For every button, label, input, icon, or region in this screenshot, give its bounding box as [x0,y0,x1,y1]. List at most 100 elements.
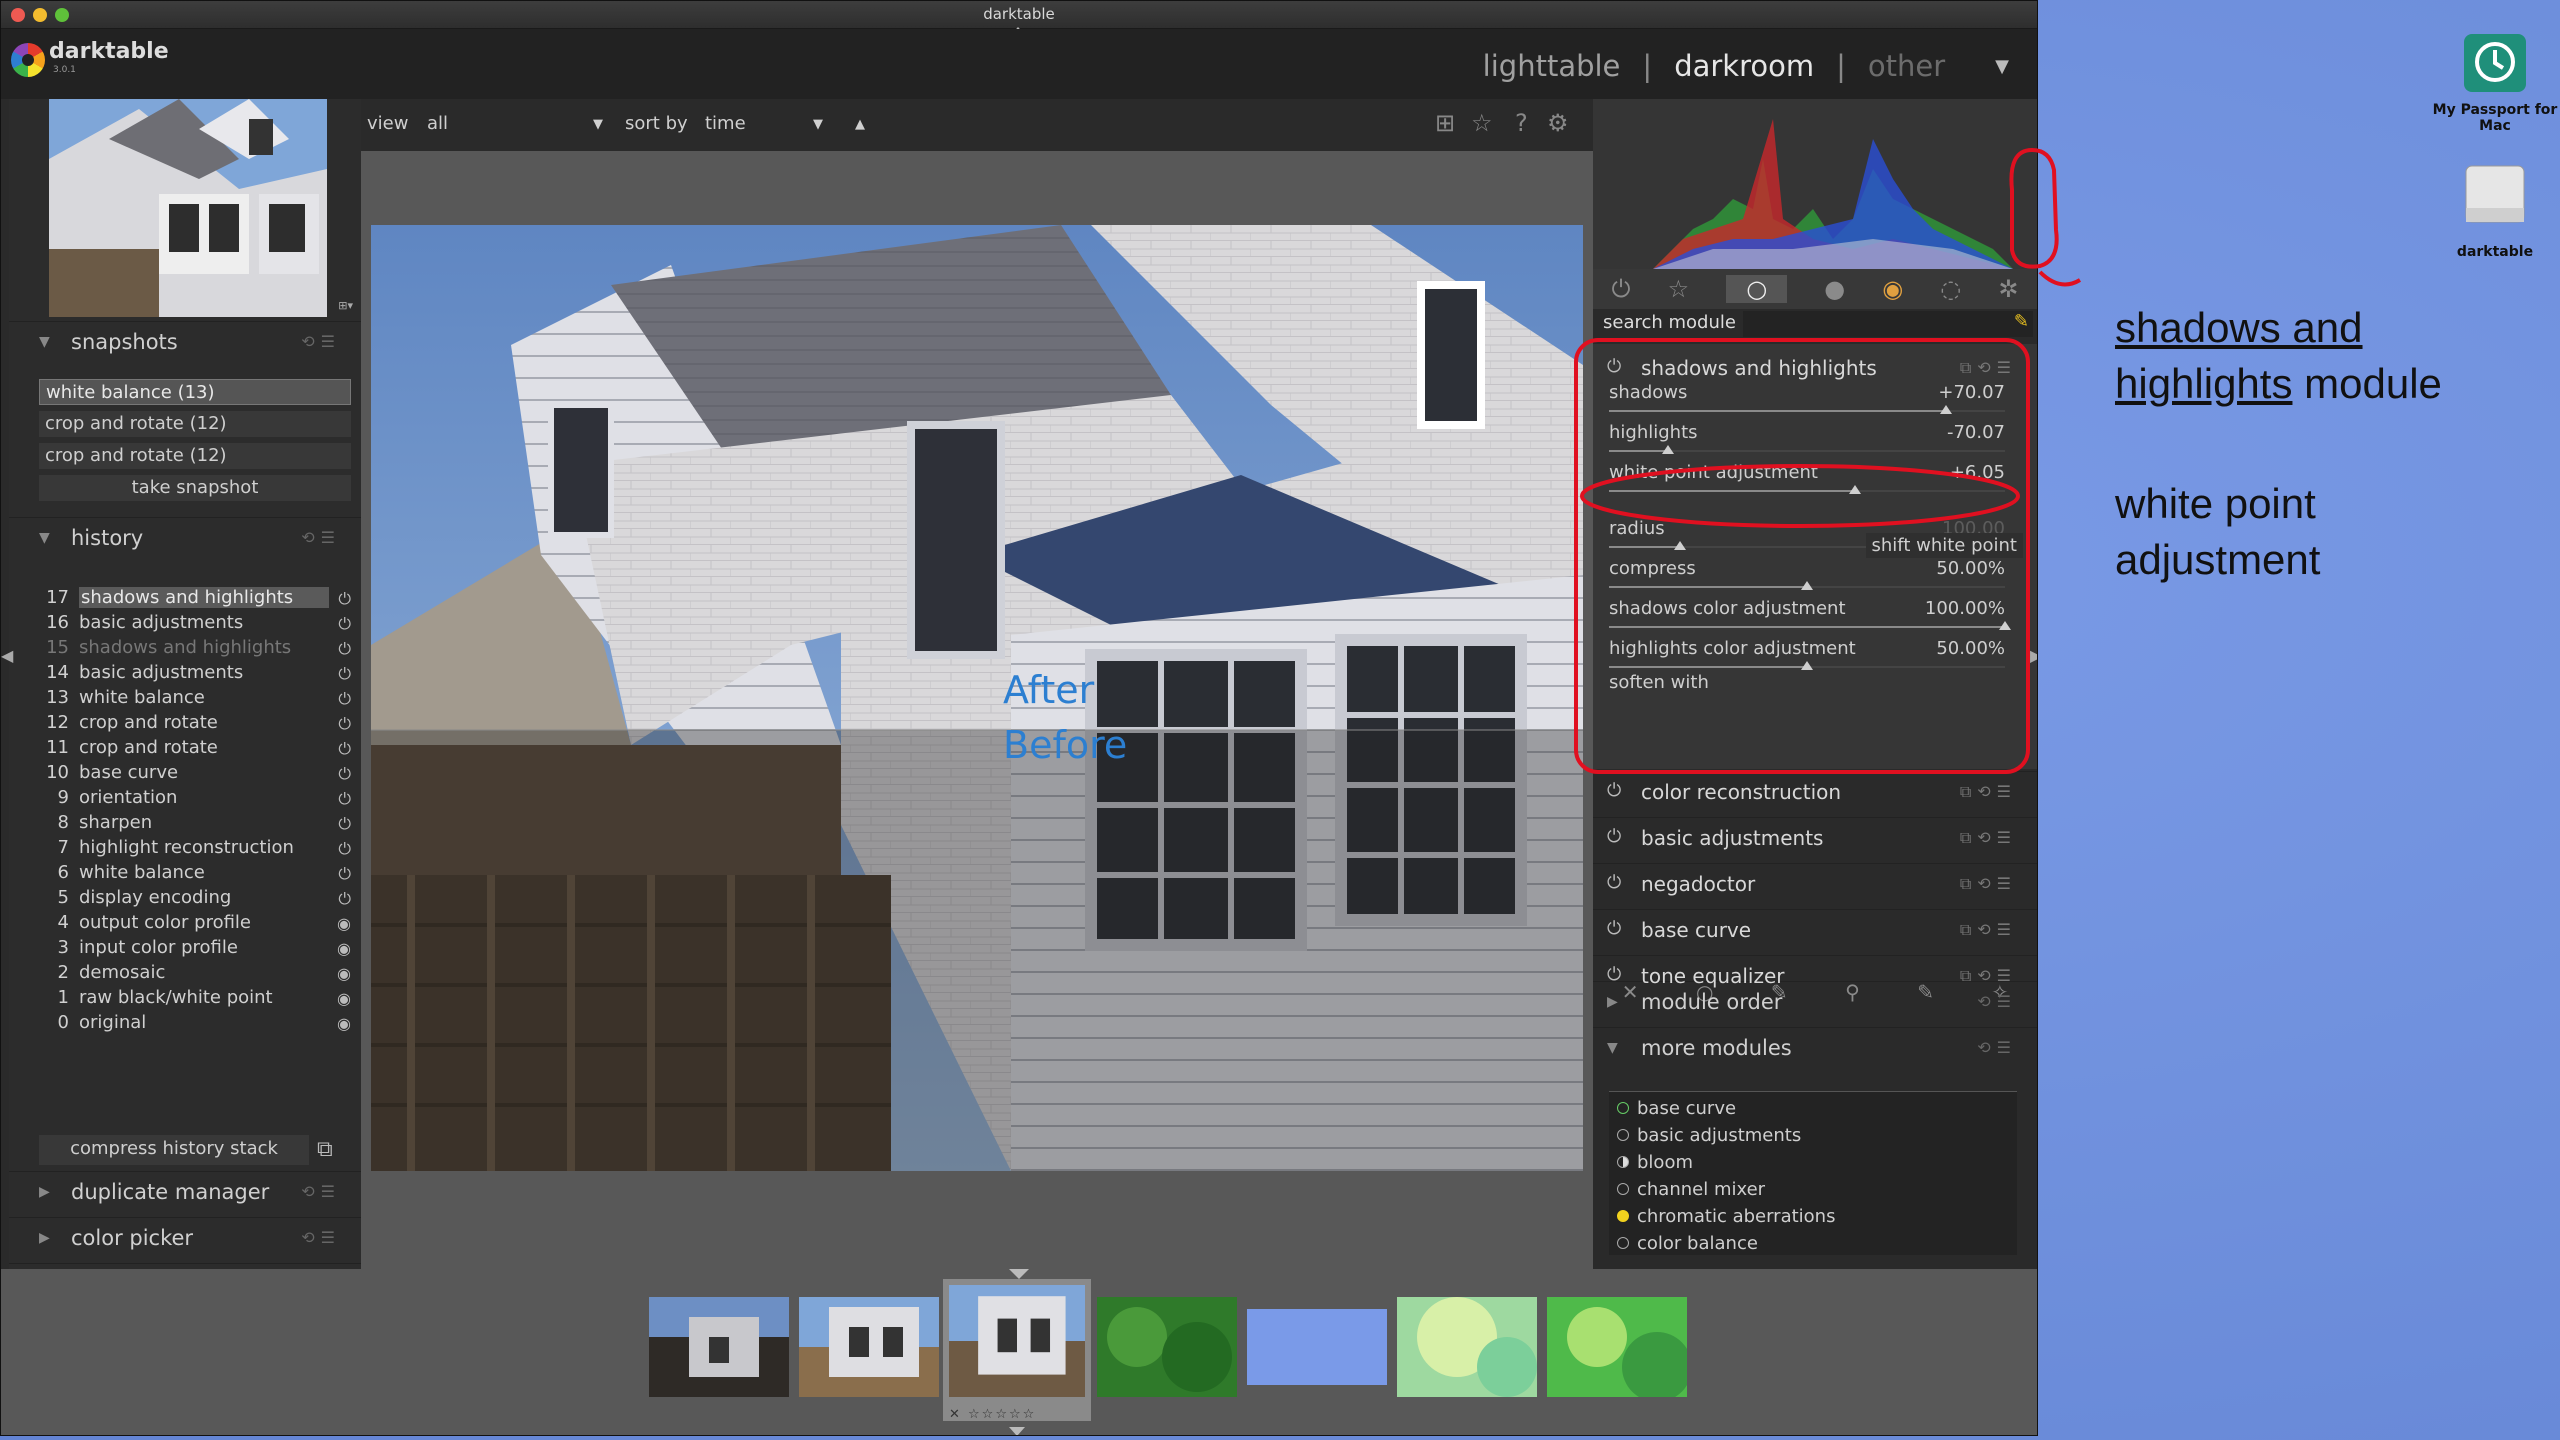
filmstrip-thumbnail[interactable] [1547,1297,1687,1397]
effects-group-tab-icon[interactable]: ✲ [1998,275,2018,303]
compress-history-button[interactable]: compress history stack [39,1135,309,1165]
more-modules-list[interactable]: base curve basic adjustments bloom channel … [1609,1091,2017,1255]
module-actions-icons[interactable]: ⧉⟲☰ [1960,828,2017,848]
more-module-item[interactable]: basic adjustments [1617,1125,1801,1146]
reset-presets-icons[interactable]: ⟲☰ [301,1182,341,1201]
history-item[interactable]: 7 highlight reconstruction ⏻ [39,837,359,862]
active-modules-tab-icon[interactable]: ⏻ [1612,275,1631,303]
duplicate-history-icon[interactable]: ⧉ [317,1137,333,1162]
reset-presets-icons[interactable]: ⟲☰ [301,332,341,351]
slider-white-point-adjustment[interactable]: white point adjustment +6.05 [1609,458,2005,498]
module-actions-icons[interactable]: ⧉⟲☰ [1960,966,2017,986]
module-actions-icons[interactable]: ⧉⟲☰ [1960,920,2017,940]
view-filter-dropdown[interactable]: all [427,113,448,134]
snapshots-section[interactable]: ▼ snapshots ⟲☰ [9,321,361,361]
power-icon[interactable]: ⏻ [1607,826,1621,847]
right-panel-collapse-icon[interactable]: ▶ [2030,646,2037,665]
filmstrip-thumbnail[interactable] [1397,1297,1537,1397]
module-row[interactable]: ⏻ tone equalizer ⧉⟲☰ [1593,955,2037,995]
search-module-input[interactable] [1743,311,2033,337]
view-other[interactable]: other [1868,49,1945,83]
filmstrip-thumbnail-selected[interactable] [943,1279,1091,1421]
slider-handle[interactable] [1801,661,1813,670]
color-group-tab-icon[interactable]: ◉ [1882,275,1903,303]
rating-stars[interactable]: ✕ ☆☆☆☆☆ [949,1407,1036,1422]
history-item[interactable]: 8 sharpen ⏻ [39,812,359,837]
history-item[interactable]: 16 basic adjustments ⏻ [39,612,359,637]
history-item[interactable]: 2 demosaic ◉ [39,962,359,987]
view-lighttable[interactable]: lighttable [1483,49,1621,83]
thumbnail-menu-icon[interactable]: ⊞▾ [338,299,353,312]
pencil-icon[interactable]: ✎ [2014,311,2029,332]
history-item[interactable]: 1 raw black/white point ◉ [39,987,359,1012]
snapshot-item[interactable]: white balance (13) [39,379,351,405]
history-item[interactable]: 0 original ◉ [39,1012,359,1037]
bottom-panel-collapse-icon[interactable] [1009,1427,1025,1435]
filmstrip-thumbnail[interactable] [1097,1297,1237,1397]
module-actions-icons[interactable]: ⧉⟲☰ [1960,874,2017,894]
history-item[interactable]: 11 crop and rotate ⏻ [39,737,359,762]
power-icon[interactable]: ⏻ [1607,356,1621,377]
power-icon[interactable]: ⏻ [1607,872,1621,893]
color-picker-section[interactable]: ▶ color picker ⟲☰ [9,1217,361,1257]
image-canvas[interactable] [371,225,1583,1171]
history-item[interactable]: 4 output color profile ◉ [39,912,359,937]
history-item[interactable]: 5 display encoding ⏻ [39,887,359,912]
history-item[interactable]: 12 crop and rotate ⏻ [39,712,359,737]
more-module-item[interactable]: bloom [1617,1152,1693,1173]
history-item[interactable]: 9 orientation ⏻ [39,787,359,812]
history-item[interactable]: 10 base curve ⏻ [39,762,359,787]
slider-handle[interactable] [1801,581,1813,590]
reset-presets-icons[interactable]: ⟲☰ [301,1228,341,1247]
filmstrip-thumbnail[interactable] [649,1297,789,1397]
correct-group-tab-icon[interactable]: ◌ [1940,275,1961,303]
power-icon[interactable]: ⏻ [1607,918,1621,939]
history-item[interactable]: 17 shadows and highlights ⏻ [39,587,359,612]
tone-group-tab-icon[interactable]: ● [1824,275,1845,303]
power-icon[interactable]: ⏻ [1607,780,1621,801]
history-item[interactable]: 3 input color profile ◉ [39,937,359,962]
views-dropdown-icon[interactable]: ▼ [1995,56,2009,77]
filmstrip-thumbnail[interactable] [1247,1309,1387,1385]
slider-highlights[interactable]: highlights -70.07 [1609,418,2005,458]
gear-icon[interactable]: ⚙ [1547,109,1569,137]
history-item[interactable]: 13 white balance ⏻ [39,687,359,712]
history-item[interactable]: 6 white balance ⏻ [39,862,359,887]
module-row[interactable]: ⏻ negadoctor ⧉⟲☰ [1593,863,2037,903]
snapshot-item[interactable]: crop and rotate (12) [39,443,351,469]
slider-shadows-color-adjustment[interactable]: shadows color adjustment 100.00% [1609,594,2011,634]
duplicate-manager-section[interactable]: ▶ duplicate manager ⟲☰ [9,1171,361,1211]
slider-handle[interactable] [1674,541,1687,550]
history-section[interactable]: ▼ history ⟲☰ [9,517,361,557]
history-item[interactable]: 15 shadows and highlights ⏻ [39,637,359,662]
snapshot-item[interactable]: crop and rotate (12) [39,411,351,437]
power-icon[interactable]: ⏻ [1607,964,1621,985]
slider-shadows[interactable]: shadows +70.07 [1609,378,2005,418]
slider-handle[interactable] [1848,485,1861,494]
help-icon[interactable]: ? [1515,109,1528,137]
slider-handle[interactable] [1662,445,1675,454]
more-module-item[interactable]: color balance [1617,1233,1758,1254]
slider-handle[interactable] [1999,621,2011,630]
module-row[interactable]: ⏻ color reconstruction ⧉⟲☰ [1593,771,2037,811]
chevron-down-icon[interactable]: ▼ [813,117,823,132]
navigation-thumbnail[interactable] [49,99,327,317]
filmstrip-thumbnail[interactable] [799,1297,939,1397]
more-modules-section[interactable]: ▼ more modules ⟲☰ [1593,1027,2037,1067]
sort-dropdown[interactable]: time [705,113,746,134]
history-item[interactable]: 14 basic adjustments ⏻ [39,662,359,687]
slider-handle[interactable] [1939,405,1952,414]
more-module-item[interactable]: chromatic aberrations [1617,1206,1835,1227]
basic-group-tab-icon[interactable]: ○ [1726,275,1788,303]
star-icon[interactable]: ☆ [1471,109,1493,137]
sort-order-icon[interactable]: ▲ [855,117,865,132]
module-row[interactable]: ⏻ base curve ⧉⟲☰ [1593,909,2037,949]
view-darkroom[interactable]: darkroom [1674,49,1814,83]
slider-highlights-color-adjustment[interactable]: highlights color adjustment 50.00% [1609,634,2005,674]
title-bar[interactable]: darktable [1,1,2037,29]
chevron-down-icon[interactable]: ▼ [593,117,603,132]
reset-presets-icons[interactable]: ⟲☰ [301,528,341,547]
more-module-item[interactable]: base curve [1617,1098,1736,1119]
my-passport-drive-icon[interactable]: My Passport for Mac [2430,28,2560,134]
favorites-tab-icon[interactable]: ☆ [1668,275,1690,303]
